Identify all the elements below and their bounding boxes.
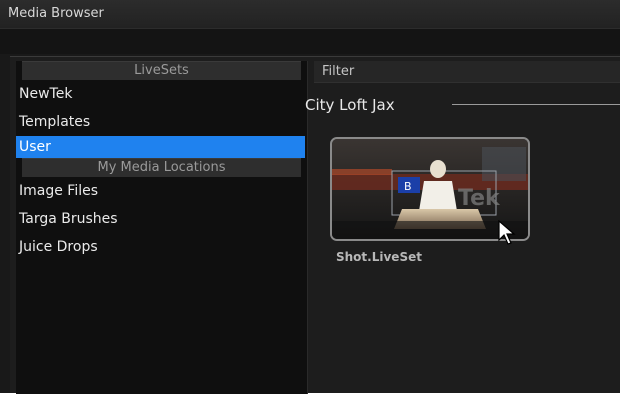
window-title: Media Browser (0, 0, 620, 28)
thumb-badge: B (404, 180, 412, 193)
sidebar: LiveSets NewTek Templates User My Media … (16, 61, 308, 394)
sidebar-item-image-files[interactable]: Image Files (16, 177, 307, 205)
sidebar-item-juice-drops[interactable]: Juice Drops (16, 233, 307, 261)
group-divider (452, 104, 620, 105)
thumbnail-label: Shot.LiveSet (336, 250, 422, 264)
filter-bar[interactable]: Filter (314, 61, 620, 83)
group-title: City Loft Jax (305, 96, 395, 114)
mouse-cursor-icon (498, 220, 516, 245)
sidebar-item-targa-brushes[interactable]: Targa Brushes (16, 205, 307, 233)
thumb-logo-text: Tek (458, 186, 501, 211)
livesets-header: LiveSets (22, 61, 301, 80)
toolbar-band (0, 28, 620, 54)
media-browser-window: Media Browser LiveSets NewTek Templates … (0, 0, 620, 394)
sidebar-item-user[interactable]: User (16, 136, 305, 158)
my-media-locations-header: My Media Locations (22, 158, 301, 177)
sidebar-item-newtek[interactable]: NewTek (16, 80, 307, 108)
sidebar-item-templates[interactable]: Templates (16, 108, 307, 136)
